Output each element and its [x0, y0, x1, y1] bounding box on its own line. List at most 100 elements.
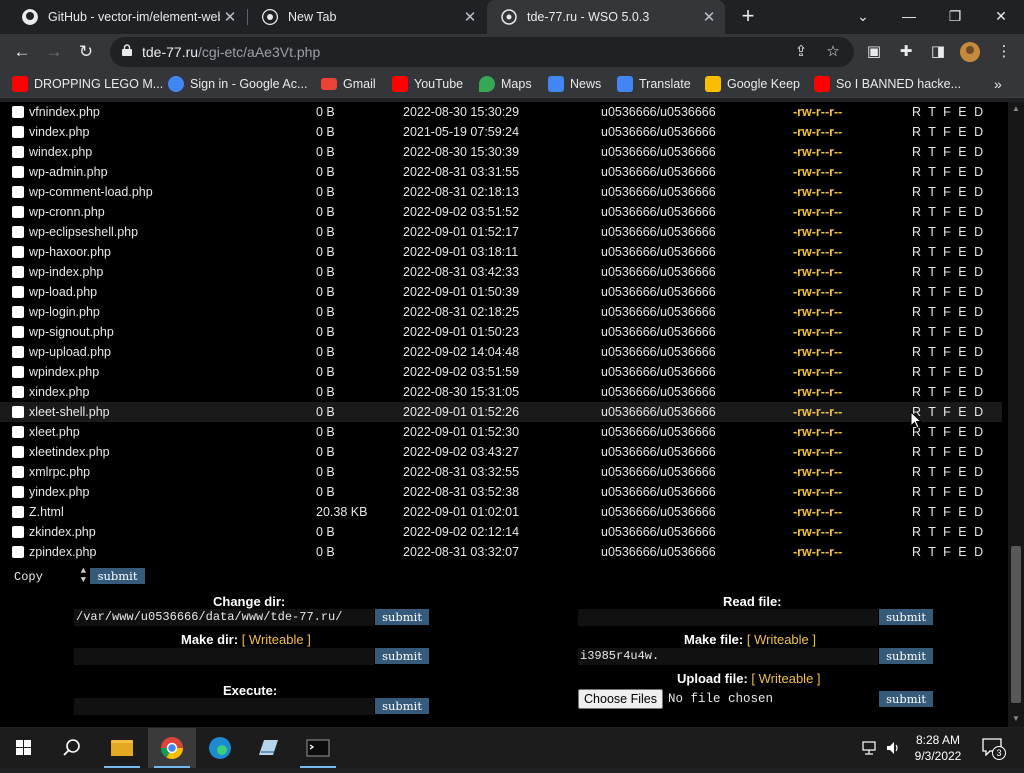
- table-row[interactable]: xleetindex.php 0 B 2022-09-02 03:43:27 u053…: [0, 442, 1002, 462]
- chrome-taskbar-icon[interactable]: [148, 728, 196, 768]
- make-file-submit-button[interactable]: submit: [879, 648, 933, 664]
- file-permissions[interactable]: -rw-r--r--: [793, 305, 842, 319]
- network-icon[interactable]: [862, 740, 880, 756]
- new-tab-plus-icon[interactable]: +: [736, 4, 760, 28]
- table-row[interactable]: wp-login.php 0 B 2022-08-31 02:18:25 u05366…: [0, 302, 1002, 322]
- restore-icon[interactable]: ❐: [932, 0, 978, 34]
- read-file-submit-button[interactable]: submit: [879, 609, 933, 625]
- file-checkbox[interactable]: [12, 506, 24, 518]
- file-permissions[interactable]: -rw-r--r--: [793, 225, 842, 239]
- scroll-down-icon[interactable]: ▼: [1008, 714, 1024, 723]
- table-row[interactable]: wp-load.php 0 B 2022-09-01 01:50:39 u053666…: [0, 282, 1002, 302]
- file-permissions[interactable]: -rw-r--r--: [793, 485, 842, 499]
- window-close-icon[interactable]: ✕: [978, 0, 1024, 34]
- file-permissions[interactable]: -rw-r--r--: [793, 125, 842, 139]
- close-icon[interactable]: ✕: [220, 8, 240, 26]
- upload-file-submit-button[interactable]: submit: [879, 691, 933, 707]
- file-checkbox[interactable]: [12, 406, 24, 418]
- file-permissions[interactable]: -rw-r--r--: [793, 385, 842, 399]
- file-actions[interactable]: R T F E D: [912, 465, 985, 479]
- file-checkbox[interactable]: [12, 226, 24, 238]
- table-row[interactable]: xleet-shell.php 0 B 2022-09-01 01:52:26 u05…: [0, 402, 1002, 422]
- file-actions[interactable]: R T F E D: [912, 505, 985, 519]
- table-row[interactable]: zpindex.php 0 B 2022-08-31 03:32:07 u053666…: [0, 542, 1002, 562]
- notepad-icon[interactable]: [244, 728, 292, 768]
- volume-icon[interactable]: [885, 740, 901, 756]
- tab-new-tab[interactable]: New Tab ✕: [248, 0, 486, 34]
- file-actions[interactable]: R T F E D: [912, 225, 985, 239]
- file-actions[interactable]: R T F E D: [912, 345, 985, 359]
- file-checkbox[interactable]: [12, 286, 24, 298]
- file-checkbox[interactable]: [12, 106, 24, 118]
- tab-wso[interactable]: tde-77.ru - WSO 5.0.3 ✕: [487, 0, 725, 34]
- change-dir-submit-button[interactable]: submit: [375, 609, 429, 625]
- file-actions[interactable]: R T F E D: [912, 545, 985, 559]
- execute-submit-button[interactable]: submit: [375, 698, 429, 714]
- file-actions[interactable]: R T F E D: [912, 205, 985, 219]
- bookmark-dropping-lego[interactable]: DROPPING LEGO M...: [12, 70, 163, 98]
- file-checkbox[interactable]: [12, 346, 24, 358]
- file-checkbox[interactable]: [12, 466, 24, 478]
- file-name[interactable]: wp-login.php: [29, 305, 100, 319]
- file-actions[interactable]: R T F E D: [912, 185, 985, 199]
- file-permissions[interactable]: -rw-r--r--: [793, 445, 842, 459]
- file-name[interactable]: xleetindex.php: [29, 445, 110, 459]
- bookmark-so-i-banned[interactable]: So I BANNED hacke...: [814, 70, 961, 98]
- menu-kebab-icon[interactable]: ⋮: [994, 42, 1014, 62]
- file-permissions[interactable]: -rw-r--r--: [793, 185, 842, 199]
- file-name[interactable]: wp-index.php: [29, 265, 103, 279]
- bulk-action-select[interactable]: Copy ▲ ▼: [12, 567, 88, 585]
- table-row[interactable]: wp-upload.php 0 B 2022-09-02 14:04:48 u0536…: [0, 342, 1002, 362]
- table-row[interactable]: wp-cronn.php 0 B 2022-09-02 03:51:52 u05366…: [0, 202, 1002, 222]
- file-checkbox[interactable]: [12, 546, 24, 558]
- file-checkbox[interactable]: [12, 146, 24, 158]
- table-row[interactable]: yindex.php 0 B 2022-08-31 03:52:38 u0536666…: [0, 482, 1002, 502]
- bookmark-google-signin[interactable]: Sign in - Google Ac...: [168, 70, 307, 98]
- table-row[interactable]: Z.html 20.38 KB 2022-09-01 01:02:01 u053666…: [0, 502, 1002, 522]
- forward-arrow-icon[interactable]: →: [41, 39, 67, 65]
- page-scrollbar[interactable]: ▲ ▼: [1008, 102, 1024, 727]
- file-checkbox[interactable]: [12, 366, 24, 378]
- file-checkbox[interactable]: [12, 446, 24, 458]
- cast-icon[interactable]: ▣: [864, 42, 884, 62]
- bookmark-gmail[interactable]: Gmail: [321, 70, 376, 98]
- bookmark-google-keep[interactable]: Google Keep: [705, 70, 800, 98]
- reload-icon[interactable]: ↻: [73, 39, 99, 65]
- table-row[interactable]: wp-admin.php 0 B 2022-08-31 03:31:55 u05366…: [0, 162, 1002, 182]
- file-permissions[interactable]: -rw-r--r--: [793, 345, 842, 359]
- execute-input[interactable]: [74, 698, 374, 715]
- table-row[interactable]: wp-signout.php 0 B 2022-09-01 01:50:23 u053…: [0, 322, 1002, 342]
- bookmark-maps[interactable]: Maps: [479, 70, 532, 98]
- file-actions[interactable]: R T F E D: [912, 385, 985, 399]
- file-name[interactable]: wp-comment-load.php: [29, 185, 153, 199]
- file-actions[interactable]: R T F E D: [912, 365, 985, 379]
- file-name[interactable]: wp-upload.php: [29, 345, 111, 359]
- table-row[interactable]: xleet.php 0 B 2022-09-01 01:52:30 u0536666/…: [0, 422, 1002, 442]
- close-icon[interactable]: ✕: [699, 8, 719, 26]
- file-checkbox[interactable]: [12, 426, 24, 438]
- file-checkbox[interactable]: [12, 246, 24, 258]
- make-file-input[interactable]: i3985r4u4w.: [578, 648, 878, 665]
- bookmark-star-icon[interactable]: ☆: [824, 43, 842, 61]
- file-name[interactable]: vindex.php: [29, 125, 89, 139]
- file-name[interactable]: xleet.php: [29, 425, 80, 439]
- file-actions[interactable]: R T F E D: [912, 265, 985, 279]
- minimize-icon[interactable]: —: [886, 0, 932, 34]
- file-permissions[interactable]: -rw-r--r--: [793, 405, 842, 419]
- make-dir-submit-button[interactable]: submit: [375, 648, 429, 664]
- file-checkbox[interactable]: [12, 126, 24, 138]
- table-row[interactable]: vfnindex.php 0 B 2022-08-30 15:30:29 u05366…: [0, 102, 1002, 122]
- make-dir-input[interactable]: [74, 648, 374, 665]
- file-checkbox[interactable]: [12, 326, 24, 338]
- tab-github[interactable]: GitHub - vector-im/element-web ✕: [8, 0, 246, 34]
- file-name[interactable]: xleet-shell.php: [29, 405, 110, 419]
- file-actions[interactable]: R T F E D: [912, 165, 985, 179]
- file-actions[interactable]: R T F E D: [912, 285, 985, 299]
- windows-start-icon[interactable]: [0, 728, 48, 768]
- file-permissions[interactable]: -rw-r--r--: [793, 145, 842, 159]
- share-icon[interactable]: ⇪: [792, 43, 810, 61]
- file-checkbox[interactable]: [12, 486, 24, 498]
- file-permissions[interactable]: -rw-r--r--: [793, 245, 842, 259]
- file-checkbox[interactable]: [12, 306, 24, 318]
- choose-files-button[interactable]: Choose Files: [578, 689, 663, 709]
